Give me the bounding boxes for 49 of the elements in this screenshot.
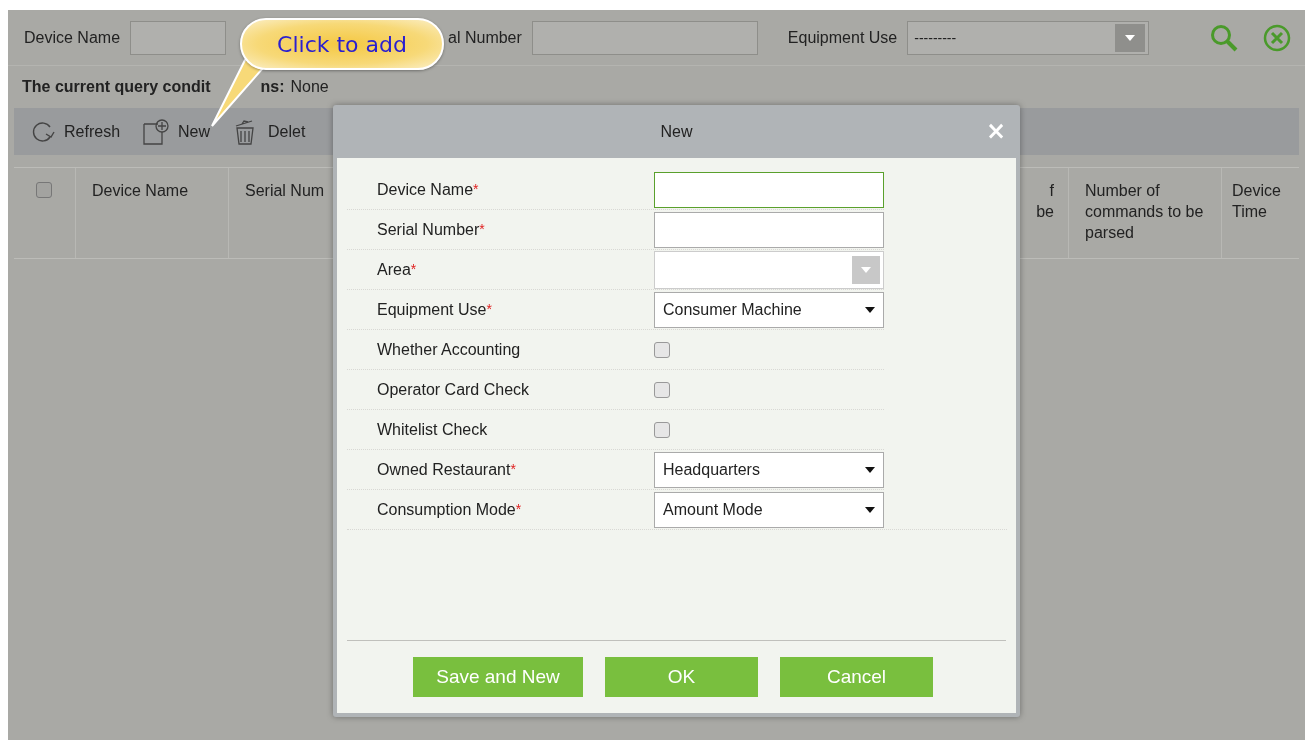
field-label: Area* — [377, 260, 418, 279]
field-label: Operator Card Check — [377, 380, 531, 399]
callout-bubble: Click to add — [240, 18, 444, 70]
field-label: Serial Number* — [377, 220, 486, 239]
field-label: Owned Restaurant* — [377, 460, 517, 479]
select-field[interactable]: Headquarters — [654, 451, 884, 488]
field-label: Whitelist Check — [377, 420, 489, 439]
filter-label: al Number — [448, 28, 522, 47]
checkbox[interactable] — [654, 421, 670, 438]
caret-icon — [865, 465, 875, 474]
text-field[interactable] — [654, 171, 884, 208]
combo-field[interactable] — [654, 250, 884, 289]
field-label: Equipment Use* — [377, 300, 493, 319]
toolbar-button[interactable]: New — [142, 117, 211, 146]
filter-label: Device Name — [24, 28, 121, 47]
add-document-icon — [142, 117, 171, 146]
column-header: Device Time — [1232, 181, 1282, 222]
column-header: Number of commands to be parsed — [1085, 181, 1205, 243]
text-field[interactable] — [654, 211, 884, 248]
checkbox[interactable] — [654, 381, 670, 398]
column-header: f be — [1036, 181, 1054, 222]
filter-label: Equipment Use — [787, 28, 898, 47]
column-header: Device Name — [92, 181, 189, 201]
field-label: Consumption Mode* — [377, 500, 523, 519]
caret-icon — [1125, 34, 1136, 41]
query-value: None — [290, 78, 329, 96]
caret-icon — [865, 305, 875, 314]
field-label: Device Name* — [377, 180, 480, 199]
dropdown-button[interactable] — [852, 255, 880, 284]
dropdown-button[interactable] — [1115, 23, 1146, 52]
column-header: Serial Num — [245, 181, 325, 201]
filter-input[interactable] — [531, 20, 758, 55]
caret-icon — [865, 505, 875, 514]
clear-icon[interactable] — [1263, 23, 1292, 52]
field-label: Whether Accounting — [377, 340, 522, 359]
select-field[interactable]: Consumer Machine — [654, 291, 884, 328]
toolbar-button[interactable]: Delet — [232, 117, 306, 146]
dialog-title: New — [660, 122, 693, 141]
checkbox[interactable] — [654, 341, 670, 358]
refresh-icon — [30, 119, 56, 144]
search-icon[interactable] — [1209, 22, 1240, 53]
query-label: ns: — [260, 78, 285, 96]
caret-icon — [861, 266, 871, 273]
query-label: The current query condit — [22, 78, 211, 96]
filter-select[interactable]: --------- — [907, 20, 1150, 55]
filter-input[interactable] — [130, 20, 227, 55]
select-all-checkbox[interactable] — [36, 182, 52, 198]
toolbar-button[interactable]: Refresh — [30, 119, 121, 144]
select-field[interactable]: Amount Mode — [654, 491, 884, 528]
